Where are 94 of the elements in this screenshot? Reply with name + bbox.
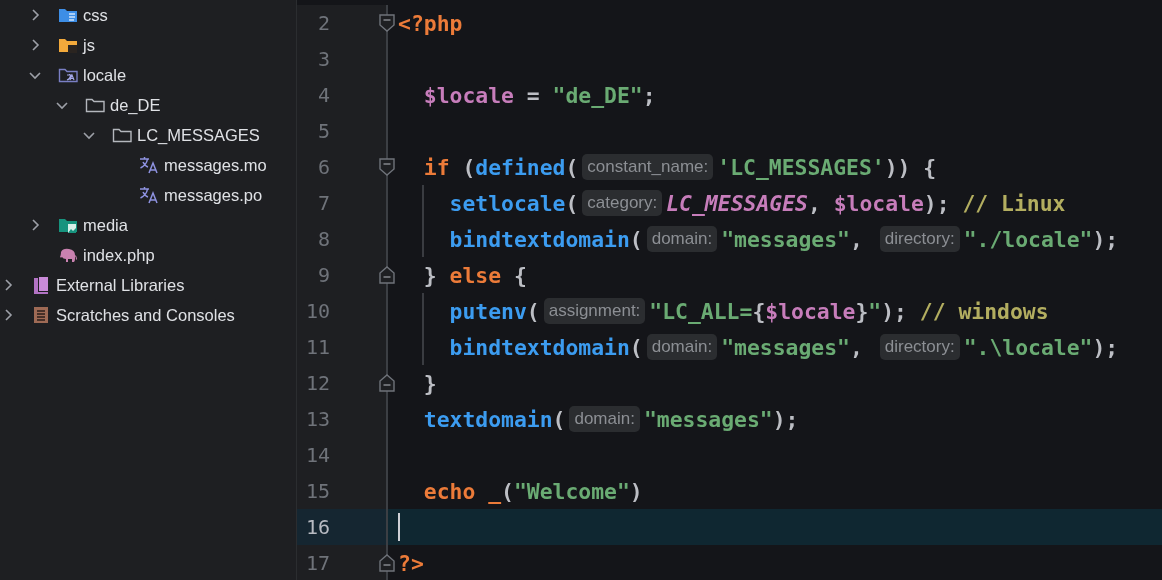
line-number: 10	[304, 299, 330, 323]
code-keyword: <?php	[398, 10, 463, 36]
tree-item[interactable]: LC_MESSAGES	[137, 125, 260, 145]
code-comment: // windows	[919, 298, 1049, 324]
code-constant: LC_MESSAGES	[666, 190, 808, 216]
fold-marker-icon[interactable]	[379, 13, 395, 33]
code-punctuation: ;	[642, 82, 656, 108]
code-punctuation: );	[923, 190, 951, 216]
parameter-hint: category:	[582, 190, 663, 216]
translate-icon	[139, 155, 159, 175]
code-punctuation: (	[565, 154, 579, 180]
code-function: bindtextdomain	[449, 334, 630, 360]
tree-item[interactable]: de_DE	[110, 95, 161, 115]
parameter-hint: directory:	[879, 334, 960, 360]
code-function: setlocale	[449, 190, 566, 216]
tree-item[interactable]: css	[83, 5, 108, 25]
code-punctuation: );	[772, 406, 799, 432]
code-variable: $locale	[833, 190, 924, 216]
code-punctuation: {	[512, 262, 527, 288]
code-punctuation: (	[461, 154, 476, 180]
tree-item[interactable]: index.php	[83, 245, 155, 265]
code-punctuation: {	[752, 298, 766, 324]
tree-item[interactable]: Scratches and Consoles	[56, 305, 235, 325]
code-punctuation: ,	[849, 334, 864, 360]
code-punctuation: (	[565, 190, 579, 216]
code-string: "messages"	[721, 334, 850, 360]
code-punctuation: }	[423, 262, 438, 288]
tree-item[interactable]: locale	[83, 65, 127, 85]
code-punctuation: );	[1092, 334, 1119, 360]
line-number: 17	[304, 551, 330, 575]
code-keyword: else	[449, 262, 502, 288]
code-function: defined	[475, 154, 566, 180]
line-number: 6	[316, 155, 330, 179]
code-keyword: ?>	[398, 550, 424, 576]
code-string: "	[868, 298, 882, 324]
tree-item[interactable]: External Libraries	[56, 275, 185, 295]
code-punctuation: );	[881, 298, 908, 324]
parameter-hint: domain:	[646, 226, 718, 252]
code-string: "messages"	[721, 226, 850, 252]
line-number: 11	[304, 335, 330, 359]
line-number: 3	[316, 47, 330, 71]
code-punctuation: (	[526, 298, 540, 324]
tree-item[interactable]: media	[83, 215, 128, 235]
translate-icon	[139, 185, 159, 205]
code-string: "Welcome"	[513, 478, 630, 504]
code-string: ".\locale"	[963, 334, 1093, 360]
code-punctuation: ,	[849, 226, 864, 252]
tree-item[interactable]: messages.mo	[164, 155, 267, 175]
line-number: 9	[316, 263, 330, 287]
code-punctuation: ,	[807, 190, 822, 216]
books-icon	[31, 275, 51, 295]
parameter-hint: directory:	[879, 226, 960, 252]
code-punctuation: }	[855, 298, 869, 324]
line-number: 13	[304, 407, 330, 431]
parameter-hint: domain:	[646, 334, 718, 360]
line-number: 15	[304, 479, 330, 503]
code-string: "LC_ALL=	[649, 298, 753, 324]
code-punctuation: (	[501, 478, 514, 504]
fold-marker-icon[interactable]	[379, 157, 395, 177]
code-function: putenv	[449, 298, 527, 324]
parameter-hint: constant_name:	[582, 154, 714, 180]
code-punctuation: =	[525, 82, 541, 108]
line-number: 4	[316, 83, 330, 107]
code-punctuation: (	[629, 226, 643, 252]
code-variable: $locale	[765, 298, 856, 324]
line-number: 12	[304, 371, 330, 395]
code-variable: $locale	[423, 82, 514, 108]
parameter-hint: domain:	[569, 406, 640, 432]
tree-item[interactable]: messages.po	[164, 185, 263, 205]
notepad-icon	[31, 305, 51, 325]
line-number: 7	[316, 191, 330, 215]
code-punctuation: );	[1092, 226, 1119, 252]
code-string: 'LC_MESSAGES'	[717, 154, 885, 180]
code-comment: // Linux	[962, 190, 1066, 216]
code-punctuation: (	[552, 406, 566, 432]
code-keyword: echo _	[423, 478, 502, 504]
code-function: bindtextdomain	[449, 226, 630, 252]
code-punctuation: }	[423, 370, 437, 396]
code-string: "de_DE"	[552, 82, 643, 108]
line-number: 2	[316, 11, 330, 35]
line-number: 8	[316, 227, 330, 251]
line-number: 16	[304, 515, 330, 539]
code-punctuation: )	[629, 478, 643, 504]
code-keyword: if	[423, 154, 450, 180]
line-number: 5	[316, 119, 330, 143]
tree-item[interactable]: js	[83, 35, 95, 55]
line-number: 14	[304, 443, 330, 467]
code-punctuation: )) {	[884, 154, 937, 180]
parameter-hint: assignment:	[543, 298, 646, 324]
code-string: "messages"	[643, 406, 773, 432]
text-cursor	[398, 513, 400, 541]
code-string: "./locale"	[963, 226, 1093, 252]
code-punctuation: (	[629, 334, 643, 360]
code-function: textdomain	[423, 406, 553, 432]
